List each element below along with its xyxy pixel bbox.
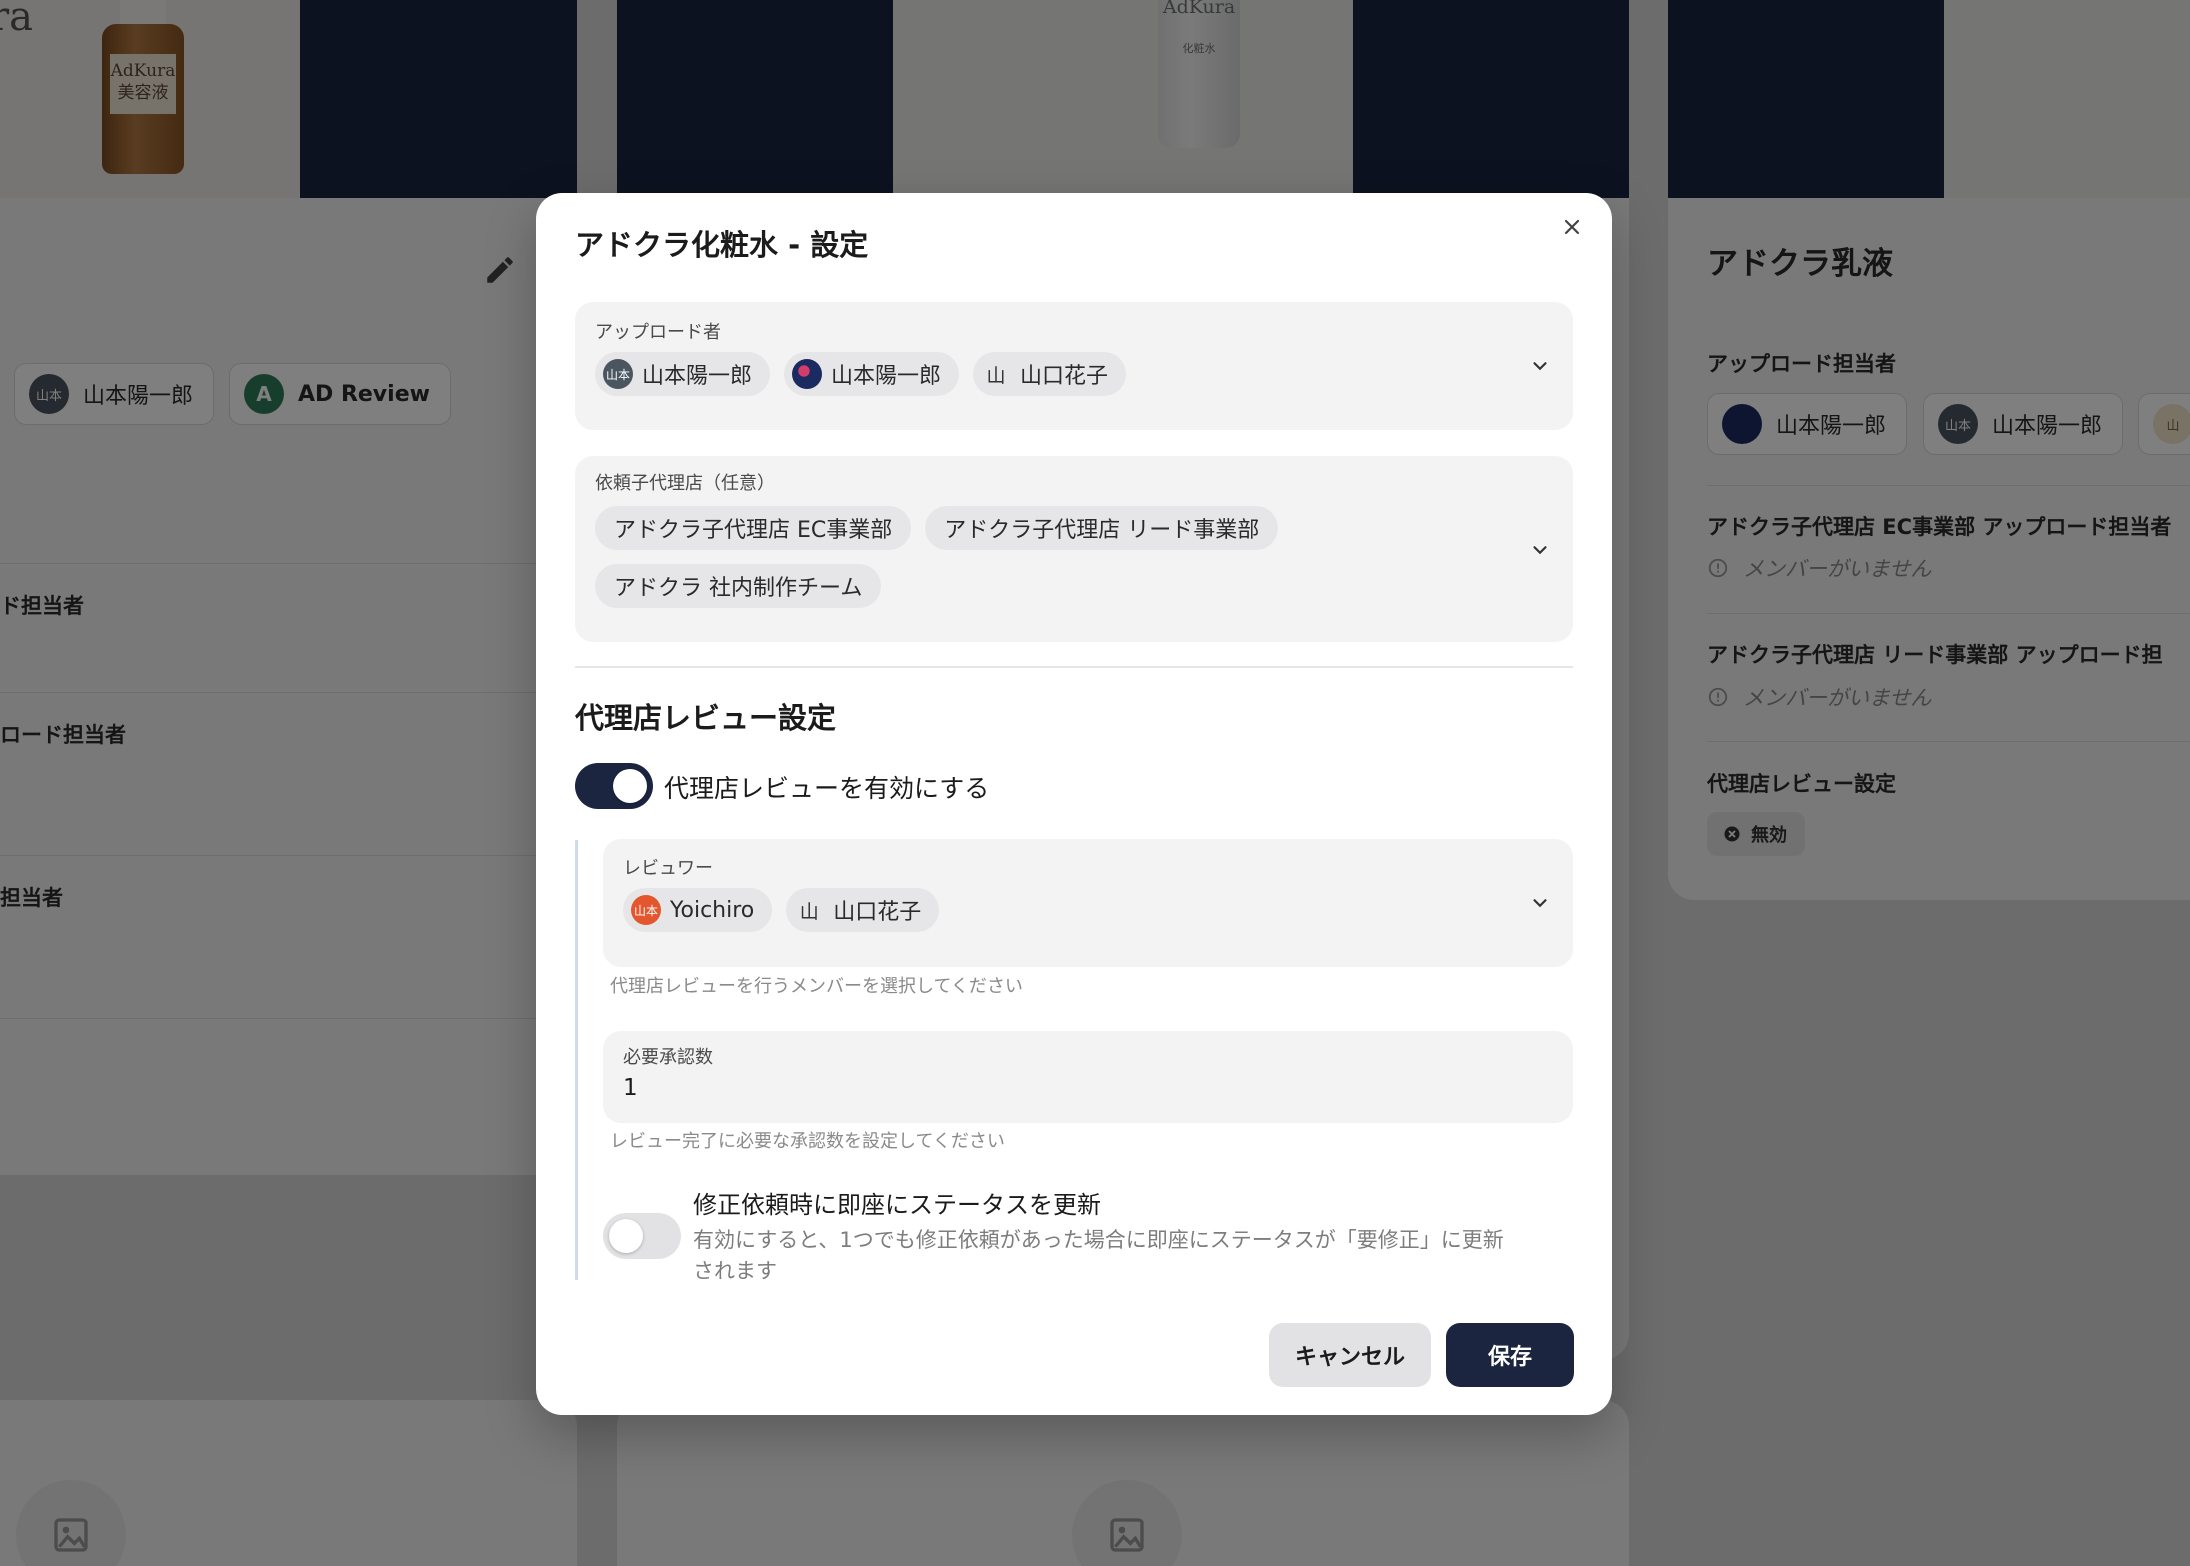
reviewer-chip[interactable]: 山本 Yoichiro xyxy=(623,888,773,932)
uploader-chip[interactable]: 山本 山本陽一郎 xyxy=(595,352,771,396)
required-approvals-value[interactable]: 1 xyxy=(623,1075,638,1101)
enable-review-label: 代理店レビューを有効にする xyxy=(664,774,990,803)
uploader-chips: 山本 山本陽一郎 山本陽一郎 山 山口花子 xyxy=(595,352,1127,396)
uploader-label: アップロード者 xyxy=(595,322,721,343)
modal-title: アドクラ化粧水 - 設定 xyxy=(575,228,869,262)
reviewer-chips: 山本 Yoichiro 山 山口花子 xyxy=(623,888,940,932)
chip-name: Yoichiro xyxy=(670,897,755,923)
chip-name: 山口花子 xyxy=(1020,364,1109,389)
review-options-border xyxy=(575,840,578,1280)
chevron-down-icon[interactable] xyxy=(1529,892,1551,914)
agency-select[interactable]: 依頼子代理店（任意） アドクラ子代理店 EC事業部 アドクラ子代理店 リード事業… xyxy=(575,456,1573,642)
enable-review-toggle[interactable] xyxy=(575,763,653,809)
close-icon xyxy=(1564,219,1580,235)
section-divider xyxy=(575,666,1573,668)
reviewer-helper-text: 代理店レビューを行うメンバーを選択してください xyxy=(610,976,1023,997)
chip-name: 山口花子 xyxy=(833,900,922,925)
instant-status-description: されます xyxy=(693,1259,777,1283)
agency-label: 依頼子代理店（任意） xyxy=(595,473,775,494)
required-approvals-label: 必要承認数 xyxy=(623,1047,713,1068)
user-avatar: 山本 xyxy=(631,895,661,925)
user-avatar: 山 xyxy=(794,895,825,925)
user-avatar: 山本 xyxy=(603,359,633,389)
chip-name: 山本陽一郎 xyxy=(642,364,753,389)
required-approvals-helper: レビュー完了に必要な承認数を設定してください xyxy=(610,1131,1005,1152)
reviewer-chip[interactable]: 山 山口花子 xyxy=(786,888,940,932)
chip-name: 山本陽一郎 xyxy=(831,364,942,389)
save-button[interactable]: 保存 xyxy=(1446,1323,1574,1387)
agency-chip[interactable]: アドクラ子代理店 EC事業部 xyxy=(595,506,912,550)
chevron-down-icon[interactable] xyxy=(1529,355,1551,377)
reviewer-label: レビュワー xyxy=(623,858,713,879)
required-approvals-input[interactable]: 必要承認数 1 xyxy=(603,1031,1573,1123)
uploader-chip[interactable]: 山 山口花子 xyxy=(973,352,1127,396)
uploader-select[interactable]: アップロード者 山本 山本陽一郎 山本陽一郎 山 山口花子 xyxy=(575,302,1573,430)
instant-status-title: 修正依頼時に即座にステータスを更新 xyxy=(693,1191,1101,1219)
agency-chip[interactable]: アドクラ子代理店 リード事業部 xyxy=(925,506,1279,550)
settings-modal: アドクラ化粧水 - 設定 アップロード者 山本 山本陽一郎 山本陽一郎 山 山口… xyxy=(536,193,1612,1415)
chevron-down-icon[interactable] xyxy=(1529,539,1551,561)
close-button[interactable] xyxy=(1554,209,1590,245)
reviewer-select[interactable]: レビュワー 山本 Yoichiro 山 山口花子 xyxy=(603,839,1573,967)
user-avatar: 山 xyxy=(981,359,1012,389)
instant-status-description: 有効にすると、1つでも修正依頼があった場合に即座にステータスが「要修正」に更新 xyxy=(693,1228,1504,1252)
instant-status-toggle[interactable] xyxy=(603,1213,681,1259)
cancel-button[interactable]: キャンセル xyxy=(1269,1323,1431,1387)
user-avatar xyxy=(792,359,823,389)
agency-chip[interactable]: アドクラ 社内制作チーム xyxy=(595,564,882,608)
review-section-title: 代理店レビュー設定 xyxy=(575,701,837,735)
uploader-chip[interactable]: 山本陽一郎 xyxy=(784,352,960,396)
agency-chips: アドクラ子代理店 EC事業部 アドクラ子代理店 リード事業部 アドクラ 社内制作… xyxy=(595,506,1415,608)
